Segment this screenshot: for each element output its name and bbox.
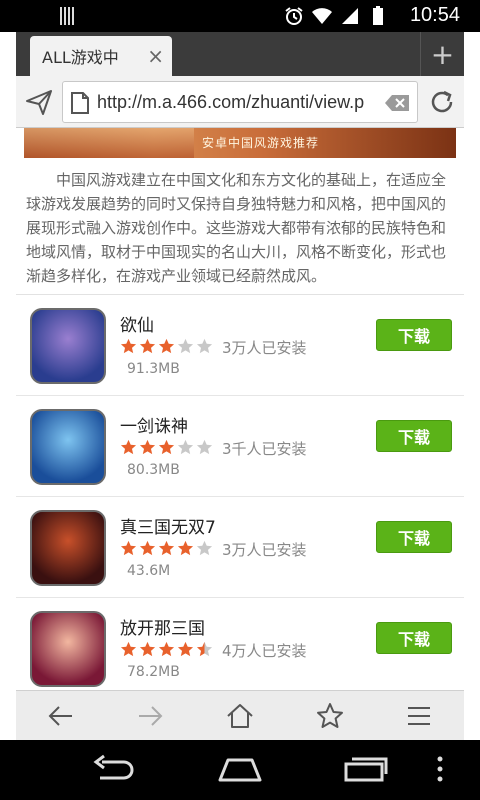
home-icon	[227, 703, 253, 728]
app-list-item[interactable]: 真三国无双7 3万人已安装 43.6M 下载	[16, 497, 464, 598]
star-icon	[196, 439, 213, 455]
star-icon	[196, 338, 213, 354]
star-icon	[120, 540, 137, 556]
clear-url-icon[interactable]	[385, 95, 409, 111]
system-nav-bar	[0, 740, 480, 800]
forward-button[interactable]	[106, 691, 196, 740]
tab-close-button[interactable]: ×	[147, 44, 164, 68]
new-tab-button[interactable]: +	[420, 32, 464, 76]
app-icon[interactable]	[30, 308, 106, 384]
download-button[interactable]: 下载	[376, 622, 452, 654]
menu-button[interactable]	[374, 691, 464, 740]
app-size: 78.2MB	[127, 664, 180, 680]
app-icon[interactable]	[30, 611, 106, 687]
overflow-menu-icon[interactable]	[434, 754, 446, 784]
back-arrow-icon	[48, 705, 72, 726]
star-icon	[196, 641, 213, 657]
app-list-item[interactable]: 放开那三国 4万人已安装 78.2MB 下载	[16, 598, 464, 690]
app-list-item[interactable]: 一剑诛神 3千人已安装 80.3MB 下载	[16, 396, 464, 497]
rating-stars	[120, 439, 213, 456]
app-size: 43.6M	[127, 563, 171, 579]
star-icon	[158, 439, 175, 455]
banner-image[interactable]: 安卓中国风游戏推荐	[24, 128, 456, 158]
star-icon	[177, 439, 194, 455]
star-icon	[139, 439, 156, 455]
tab-title: ALL游戏中	[42, 48, 119, 67]
star-icon	[177, 540, 194, 556]
home-nav-icon[interactable]	[216, 754, 264, 784]
url-field[interactable]: http://m.a.466.com/zhuanti/view.p	[62, 81, 418, 123]
star-icon	[177, 641, 194, 657]
app-list-item[interactable]: 欲仙 3万人已安装 91.3MB 下载	[16, 295, 464, 396]
app-name[interactable]: 欲仙	[120, 311, 154, 336]
install-count: 4万人已安装	[222, 642, 307, 660]
back-button[interactable]	[16, 691, 106, 740]
download-button[interactable]: 下载	[376, 521, 452, 553]
star-icon	[120, 641, 137, 657]
install-count: 3千人已安装	[222, 440, 307, 458]
forward-arrow-icon	[139, 705, 163, 726]
app-size: 91.3MB	[127, 361, 180, 377]
bookmark-button[interactable]	[285, 691, 375, 740]
address-bar: http://m.a.466.com/zhuanti/view.p	[16, 76, 464, 128]
signal-icon	[342, 8, 358, 24]
tab-active[interactable]: ALL游戏中 ×	[30, 36, 172, 76]
star-icon	[196, 540, 213, 556]
star-icon	[158, 641, 175, 657]
tab-strip: ALL游戏中 × +	[16, 32, 464, 76]
banner-text: 安卓中国风游戏推荐	[202, 136, 320, 150]
home-button[interactable]	[195, 691, 285, 740]
app-icon[interactable]	[30, 409, 106, 485]
status-bar: 10:54	[0, 0, 480, 32]
back-icon[interactable]	[92, 754, 138, 784]
app-name[interactable]: 放开那三国	[120, 614, 205, 639]
page-content[interactable]: 安卓中国风游戏推荐 中国风游戏建立在中国文化和东方文化的基础上，在适应全球游戏发…	[16, 128, 464, 690]
app-name[interactable]: 真三国无双7	[120, 513, 216, 538]
banner-art	[24, 128, 194, 158]
star-icon	[139, 540, 156, 556]
star-icon	[139, 641, 156, 657]
rating-stars	[120, 641, 213, 658]
page-icon	[71, 92, 89, 114]
rating-stars	[120, 540, 213, 557]
clock: 10:54	[409, 4, 460, 26]
send-icon[interactable]	[24, 88, 54, 116]
menu-icon	[408, 706, 431, 725]
notification-icon	[60, 7, 74, 25]
battery-icon	[373, 6, 383, 25]
recent-apps-icon[interactable]	[342, 754, 390, 784]
app-name[interactable]: 一剑诛神	[120, 412, 188, 437]
star-icon	[158, 540, 175, 556]
install-count: 3万人已安装	[222, 541, 307, 559]
star-icon	[158, 338, 175, 354]
app-list: 欲仙 3万人已安装 91.3MB 下载 一剑诛神 3千人已安装 80.3MB 下载 真三国无双7…	[16, 295, 464, 690]
star-icon	[177, 338, 194, 354]
star-icon	[120, 439, 137, 455]
browser-toolbar	[16, 690, 464, 740]
url-text[interactable]: http://m.a.466.com/zhuanti/view.p	[97, 92, 383, 113]
download-button[interactable]: 下载	[376, 319, 452, 351]
alarm-icon	[285, 7, 303, 25]
status-icons	[284, 6, 388, 26]
reload-icon[interactable]	[428, 88, 456, 116]
download-button[interactable]: 下载	[376, 420, 452, 452]
star-icon	[120, 338, 137, 354]
intro-paragraph: 中国风游戏建立在中国文化和东方文化的基础上，在适应全球游戏发展趋势的同时又保持自…	[26, 171, 447, 285]
install-count: 3万人已安装	[222, 339, 307, 357]
app-icon[interactable]	[30, 510, 106, 586]
wifi-icon	[312, 8, 332, 24]
star-icon	[316, 702, 343, 728]
rating-stars	[120, 338, 213, 355]
star-icon	[139, 338, 156, 354]
app-size: 80.3MB	[127, 462, 180, 478]
